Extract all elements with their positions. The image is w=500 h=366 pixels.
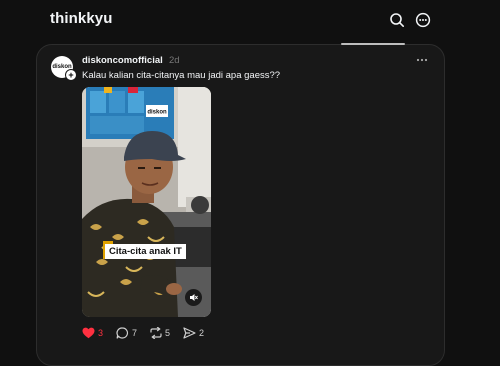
video-overlay-caption: Cita-cita anak IT (103, 241, 186, 259)
app-brand[interactable]: thinkkyu (50, 10, 112, 27)
share-count: 2 (199, 328, 205, 338)
send-icon (183, 327, 196, 339)
share-button[interactable]: 2 (183, 327, 205, 341)
top-bar: thinkkyu (0, 0, 500, 40)
heart-filled-icon (82, 327, 95, 339)
comment-icon (116, 327, 129, 339)
post-timestamp[interactable]: 2d (169, 55, 180, 66)
screen-logo: diskon (147, 110, 167, 116)
mute-icon[interactable] (185, 289, 202, 306)
post-options-icon[interactable] (415, 55, 429, 65)
follow-plus-icon[interactable]: + (65, 69, 77, 81)
repost-button[interactable]: 5 (149, 327, 171, 341)
repost-icon (150, 327, 162, 339)
like-count: 3 (98, 328, 104, 338)
like-button[interactable]: 3 (82, 327, 104, 341)
comment-count: 7 (132, 328, 138, 338)
post-video[interactable]: diskon Cita-cita anak IT (82, 87, 211, 317)
comment-button[interactable]: 7 (116, 327, 138, 341)
tab-indicator (341, 43, 405, 45)
search-icon[interactable] (389, 12, 405, 28)
more-icon[interactable] (415, 12, 431, 28)
post-caption: Kalau kalian cita-citanya mau jadi apa g… (82, 70, 281, 81)
repost-count: 5 (165, 328, 171, 338)
post-username[interactable]: diskoncomofficial (82, 55, 163, 66)
avatar[interactable]: diskon + (51, 56, 77, 81)
